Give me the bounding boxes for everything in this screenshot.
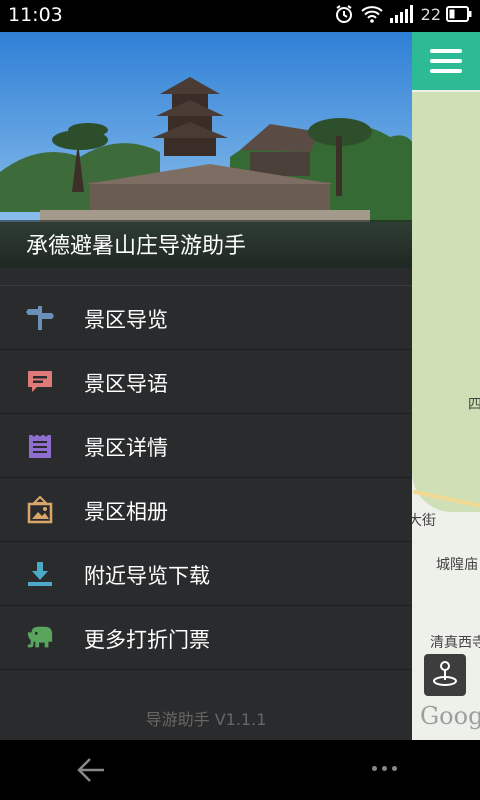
- signpost-icon: [26, 304, 54, 332]
- location-pin-icon: [430, 658, 460, 692]
- map-label: 大街: [412, 513, 436, 529]
- menu-item-scenic-guide[interactable]: 景区导览: [0, 286, 412, 350]
- menu-item-label: 景区导语: [84, 372, 168, 396]
- menu-item-label: 景区导览: [84, 308, 168, 332]
- hamburger-icon-line: [430, 69, 462, 73]
- elephant-icon: [26, 624, 54, 652]
- system-nav-bar: [0, 740, 480, 800]
- menu-item-scenic-details[interactable]: 景区详情: [0, 414, 412, 478]
- menu-item-scenic-intro[interactable]: 景区导语: [0, 350, 412, 414]
- back-arrow-icon[interactable]: [76, 756, 106, 788]
- menu-item-label: 景区相册: [84, 500, 168, 524]
- google-logo: Goog: [420, 702, 480, 730]
- alarm-icon: [334, 4, 354, 24]
- map-park-area: [412, 92, 480, 512]
- dot: [392, 766, 397, 771]
- battery-icon: [446, 6, 472, 22]
- menu-item-label: 更多打折门票: [84, 628, 210, 652]
- hamburger-menu-button[interactable]: [412, 32, 480, 90]
- menu-item-label: 景区详情: [84, 436, 168, 460]
- map-label: 城隍庙: [436, 557, 478, 573]
- map-label: 四: [468, 397, 480, 413]
- signal-icon: [389, 5, 414, 23]
- menu-item-discount-tickets[interactable]: 更多打折门票: [0, 606, 412, 670]
- hamburger-icon-line: [430, 49, 462, 53]
- status-icons: 22: [334, 4, 472, 24]
- drawer-header: 承德避暑山庄导游助手: [0, 32, 412, 268]
- dot: [382, 766, 387, 771]
- chat-bubble-icon: [26, 368, 54, 396]
- map-label: 清真西寺: [430, 635, 480, 651]
- battery-level: 22: [420, 4, 441, 24]
- download-icon: [26, 560, 54, 588]
- menu-item-nearby-download[interactable]: 附近导览下载: [0, 542, 412, 606]
- status-bar: 11:03 22: [0, 0, 480, 32]
- hamburger-icon-line: [430, 59, 462, 63]
- version-text: 导游助手 V1.1.1: [145, 710, 267, 729]
- notepad-icon: [26, 432, 54, 460]
- locate-button[interactable]: [424, 654, 466, 696]
- header-divider: [0, 268, 412, 286]
- status-time: 11:03: [8, 4, 63, 26]
- more-dots-icon[interactable]: [372, 766, 397, 771]
- header-title-bar: 承德避暑山庄导游助手: [0, 220, 412, 268]
- dot: [372, 766, 377, 771]
- picture-frame-icon: [26, 496, 54, 524]
- app-title: 承德避暑山庄导游助手: [26, 234, 247, 259]
- wifi-icon: [360, 5, 383, 23]
- menu-item-label: 附近导览下载: [84, 564, 210, 588]
- navigation-drawer: 承德避暑山庄导游助手 景区导览 景区导语 景区详情 景区相册 附近导览下载 更多…: [0, 32, 412, 740]
- map-view[interactable]: 四 大街 城隍庙 清真西寺 Goog: [412, 32, 480, 740]
- menu-item-scenic-album[interactable]: 景区相册: [0, 478, 412, 542]
